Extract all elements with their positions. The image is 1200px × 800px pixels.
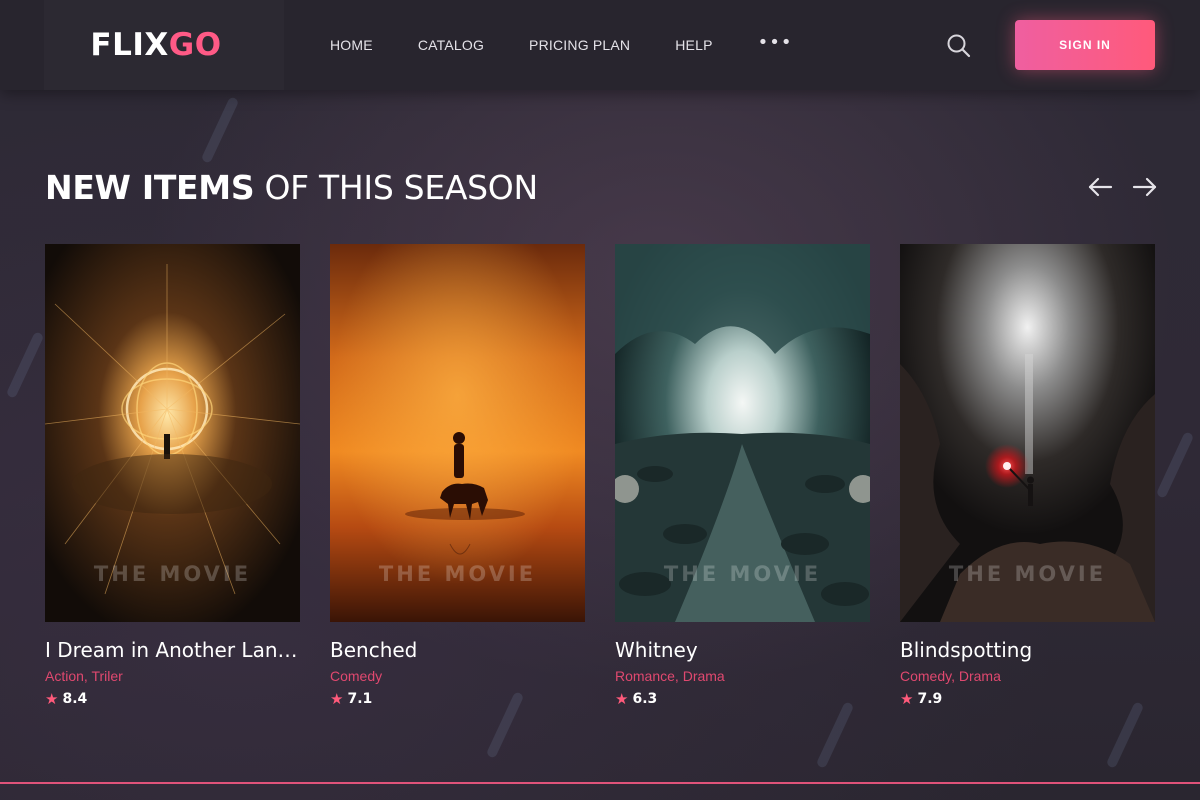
movie-card: THE MOVIE Blindspotting Comedy, Drama ★ … xyxy=(900,244,1155,708)
rating-value: 6.3 xyxy=(632,691,658,707)
arrow-right-icon[interactable] xyxy=(1132,176,1158,198)
movie-genres: Action, Triler xyxy=(45,668,123,684)
logo[interactable]: FLIXGO xyxy=(90,27,221,63)
background-streak xyxy=(200,96,240,164)
movie-genres: Romance, Drama xyxy=(615,668,725,684)
rating-value: 8.4 xyxy=(62,691,88,707)
movie-poster[interactable]: THE MOVIE xyxy=(330,244,585,622)
section-title: NEW ITEMS OF THIS SEASON xyxy=(45,168,538,207)
star-icon: ★ xyxy=(615,690,629,708)
movie-title[interactable]: I Dream in Another Language xyxy=(45,638,300,662)
main-nav: HOME CATALOG PRICING PLAN HELP ••• xyxy=(330,0,792,90)
sign-in-button[interactable]: SIGN IN xyxy=(1015,20,1155,70)
genre-link[interactable]: Drama xyxy=(683,668,725,684)
section-title-light: OF THIS SEASON xyxy=(254,168,538,207)
movie-genres: Comedy xyxy=(330,668,585,684)
more-icon[interactable]: ••• xyxy=(758,32,793,53)
movie-carousel: THE MOVIE I Dream in Another Language Ac… xyxy=(45,244,1155,724)
logo-accent-text: GO xyxy=(168,27,222,63)
search-icon[interactable] xyxy=(946,33,972,59)
genre-link[interactable]: Comedy xyxy=(330,668,382,684)
movie-card: THE MOVIE Whitney Romance, Drama ★ 6.3 xyxy=(615,244,870,708)
poster-watermark: THE MOVIE xyxy=(948,562,1107,586)
movie-genres: Comedy, Drama xyxy=(900,668,1001,684)
star-icon: ★ xyxy=(45,690,59,708)
logo-main-text: FLIX xyxy=(90,27,169,63)
movie-poster[interactable]: THE MOVIE xyxy=(615,244,870,622)
movie-title[interactable]: Blindspotting xyxy=(900,638,1155,662)
movie-card: THE MOVIE Benched Comedy ★ 7.1 xyxy=(330,244,585,708)
section-title-bold: NEW ITEMS xyxy=(45,168,255,207)
movie-poster[interactable]: THE MOVIE xyxy=(900,244,1155,622)
nav-help[interactable]: HELP xyxy=(675,37,712,53)
arrow-left-icon[interactable] xyxy=(1087,176,1113,198)
movie-poster[interactable]: THE MOVIE xyxy=(45,244,300,622)
movie-card: THE MOVIE I Dream in Another Language Ac… xyxy=(45,244,300,708)
genre-link[interactable]: Romance xyxy=(615,668,675,684)
background-streak xyxy=(5,331,45,399)
rating-value: 7.1 xyxy=(347,691,373,707)
star-icon: ★ xyxy=(900,690,914,708)
rating-value: 7.9 xyxy=(917,691,943,707)
nav-pricing-plan[interactable]: PRICING PLAN xyxy=(529,37,630,53)
movie-rating: ★ 6.3 xyxy=(615,690,870,708)
genre-link[interactable]: Drama xyxy=(959,668,1001,684)
footer-divider xyxy=(0,782,1200,784)
genre-link[interactable]: Triler xyxy=(91,668,122,684)
nav-catalog[interactable]: CATALOG xyxy=(418,37,484,53)
star-icon: ★ xyxy=(330,690,344,708)
genre-link[interactable]: Action xyxy=(45,668,84,684)
movie-rating: ★ 7.1 xyxy=(330,690,585,708)
logo-container: FLIXGO xyxy=(44,0,284,90)
background-streak xyxy=(1155,431,1195,499)
movie-title[interactable]: Benched xyxy=(330,638,585,662)
movie-title[interactable]: Whitney xyxy=(615,638,870,662)
movie-rating: ★ 8.4 xyxy=(45,690,300,708)
nav-home[interactable]: HOME xyxy=(330,37,373,53)
genre-link[interactable]: Comedy xyxy=(900,668,951,684)
movie-rating: ★ 7.9 xyxy=(900,690,1155,708)
poster-watermark: THE MOVIE xyxy=(93,562,252,586)
poster-watermark: THE MOVIE xyxy=(378,562,537,586)
site-header: FLIXGO HOME CATALOG PRICING PLAN HELP ••… xyxy=(0,0,1200,90)
poster-watermark: THE MOVIE xyxy=(663,562,822,586)
